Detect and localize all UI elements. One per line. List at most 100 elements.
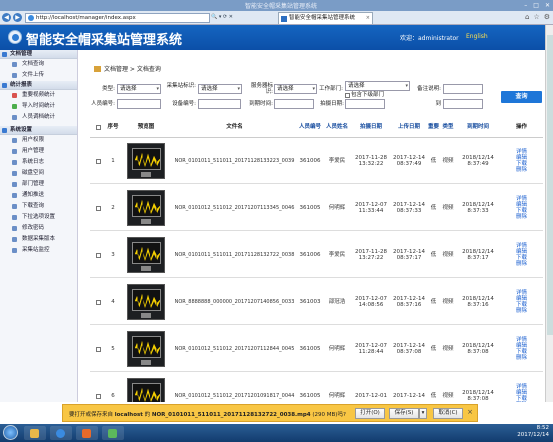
delete-link[interactable]: 删除 [516,261,527,267]
col-expire[interactable]: 到期时间 [456,116,500,138]
sidebar-item-change-password[interactable]: 修改密码 [0,223,77,234]
close-icon[interactable]: ✕ [545,2,550,9]
row-preview[interactable] [120,373,172,402]
address-bar[interactable]: http://localhost/manager/index.aspx [25,13,210,23]
query-button[interactable]: 查询 [501,91,542,103]
close-icon[interactable]: × [467,408,473,416]
workplace-select[interactable]: 请选择 [345,81,410,91]
tab-close-icon[interactable]: × [366,13,370,24]
page-scrollbar[interactable] [545,25,553,402]
col-important[interactable]: 重要 [427,116,440,138]
row-checkbox[interactable] [95,299,101,305]
row-filename: NOR_0101012_511012_20171207113345_0046 [174,204,295,211]
remark-input[interactable] [443,84,483,94]
save-button[interactable]: 保存(S) [389,408,419,419]
expire-time-input[interactable] [274,99,314,109]
start-button-icon[interactable] [3,425,18,440]
row-preview[interactable] [120,138,172,184]
address-tools[interactable]: 🔍 ▾ ⟳ ✕ [211,14,233,20]
sidebar-item-notification[interactable]: 通知推送 [0,190,77,201]
taskbar-app-media[interactable] [76,426,98,440]
row-preview[interactable] [120,279,172,325]
col-person-no[interactable]: 人员编号 [297,116,323,138]
person-no-input[interactable] [117,99,161,109]
settings-gear-icon[interactable]: ⚙ [544,13,550,21]
delete-link[interactable]: 删除 [516,167,527,173]
col-no[interactable]: 序号 [106,116,120,138]
maximize-icon[interactable]: □ [533,2,539,9]
open-button[interactable]: 打开(O) [355,408,385,419]
col-shoot-date[interactable]: 拍摄日期 [351,116,391,138]
video-thumbnail[interactable] [127,237,165,273]
row-preview[interactable] [120,185,172,231]
row-checkbox[interactable] [95,158,101,164]
sidebar-section-system[interactable]: 系统设置 [0,126,77,135]
save-options-dropdown[interactable]: ▾ [419,408,427,419]
video-thumbnail[interactable] [127,378,165,402]
video-thumbnail[interactable] [127,284,165,320]
row-checkbox[interactable] [95,252,101,258]
device-no-input[interactable] [198,99,241,109]
sidebar-item-import-time-stats[interactable]: 导入时间统计 [0,101,77,112]
table-header: 序号 预览图 文件名 人员编号 人员姓名 拍摄日期 上传日期 重要 类型 到期时… [90,116,543,138]
taskbar-app-ie[interactable] [50,426,72,440]
sidebar-item-document-query[interactable]: 文档查询 [0,59,77,70]
col-person-name[interactable]: 人员姓名 [323,116,351,138]
video-thumbnail[interactable] [127,331,165,367]
select-all-checkbox[interactable] [95,124,101,130]
cancel-button[interactable]: 取消(C) [433,408,463,419]
sidebar-item-user-permission[interactable]: 用户权限 [0,135,77,146]
scrollbar-thumb[interactable] [547,35,553,335]
folder-icon [30,429,39,438]
sidebar-item-file-upload[interactable]: 文件上传 [0,70,77,81]
browser-tab[interactable]: 智能安全帽采集站管理系统 × [278,12,373,24]
capture-date-start-input[interactable] [345,99,385,109]
collect-station-select[interactable]: 请选择 [198,84,242,94]
sidebar-section-reports[interactable]: 统计报表 [0,81,77,90]
row-checkbox[interactable] [95,205,101,211]
sidebar-item-person-stats[interactable]: 人员调档统计 [0,112,77,123]
sidebar-item-user-management[interactable]: 用户管理 [0,146,77,157]
row-preview[interactable] [120,326,172,372]
row-no: 6 [111,392,115,399]
delete-link[interactable]: 删除 [516,308,527,314]
sidebar-item-collect-version[interactable]: 数据采集版本 [0,234,77,245]
sidebar-section-document[interactable]: 文档管理 [0,50,77,59]
home-icon[interactable]: ⌂ [525,13,529,21]
taskbar-app-explorer[interactable] [24,426,46,440]
taskbar: 8:52 2017/12/14 [0,424,553,442]
video-thumbnail[interactable] [127,190,165,226]
row-ops: 详情编辑下载删除 [500,279,543,325]
sidebar-item-disk-space[interactable]: 磁盘空间 [0,168,77,179]
minimize-icon[interactable]: – [524,2,527,9]
row-preview[interactable] [120,232,172,278]
sidebar-item-station-monitor[interactable]: 采集站监控 [0,245,77,256]
sidebar-item-department[interactable]: 部门管理 [0,179,77,190]
language-switch-link[interactable]: English [466,33,488,40]
include-sub-checkbox[interactable] [345,93,350,98]
col-filename[interactable]: 文件名 [172,116,297,138]
favorites-icon[interactable]: ☆ [533,13,539,21]
forward-icon[interactable]: ▶ [13,13,22,22]
row-ops: 详情编辑下载删除 [500,326,543,372]
row-checkbox[interactable] [95,346,101,352]
sidebar-item-download-query[interactable]: 下载查询 [0,201,77,212]
col-upload-date[interactable]: 上传日期 [391,116,427,138]
col-type[interactable]: 类型 [440,116,456,138]
row-person-name: 李爱民 [328,251,346,258]
table-row: 5 NOR_0101012_511012_20171207112844_0045… [90,326,543,372]
taskbar-app-tool[interactable] [102,426,124,440]
video-thumbnail[interactable] [127,143,165,179]
type-select[interactable]: 请选择 [117,84,161,94]
row-checkbox[interactable] [95,393,101,399]
delete-link[interactable]: 删除 [516,355,527,361]
sidebar-item-system-log[interactable]: 系统日志 [0,157,77,168]
back-icon[interactable]: ◀ [2,13,11,22]
sidebar-item-dropdown-settings[interactable]: 下拉选项设置 [0,212,77,223]
capture-date-end-input[interactable] [443,99,483,109]
sidebar-item-important-video-stats[interactable]: 重要视频统计 [0,90,77,101]
delete-link[interactable]: 删除 [516,214,527,220]
system-tray-clock[interactable]: 8:52 2017/12/14 [517,425,549,439]
download-host: localhost [114,412,143,418]
server-select[interactable]: 请选择 [274,84,317,94]
